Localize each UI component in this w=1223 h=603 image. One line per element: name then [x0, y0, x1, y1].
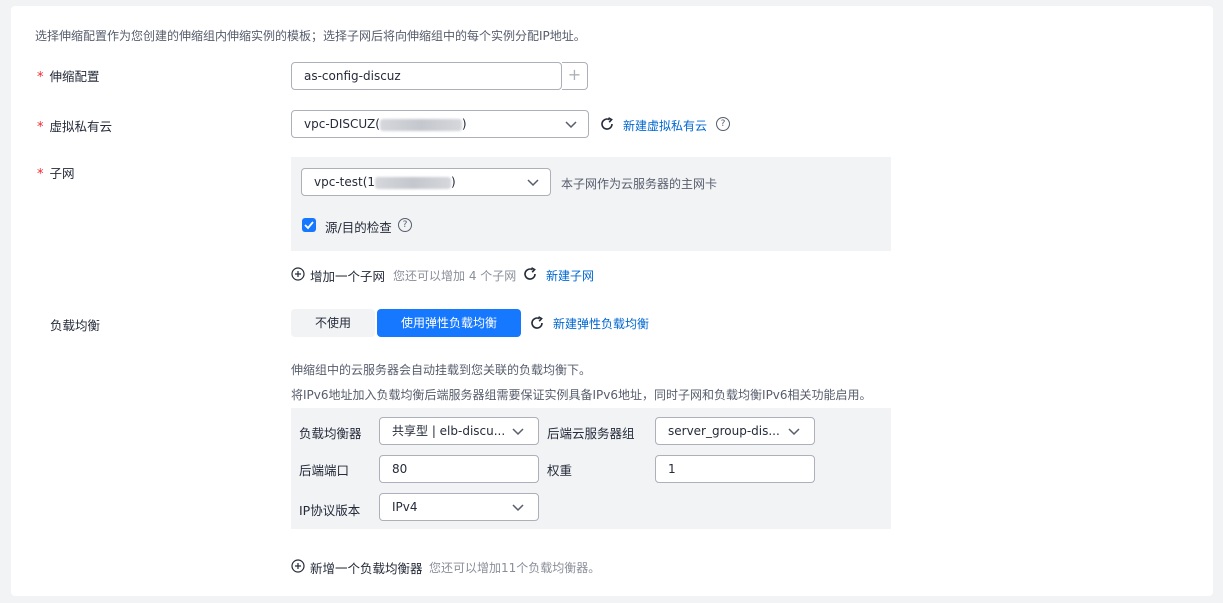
server-group-label: 后端云服务器组	[547, 426, 635, 441]
subnet-remaining-text: 您还可以增加 4 个子网	[393, 269, 517, 283]
chevron-down-icon	[788, 428, 800, 436]
chevron-down-icon	[512, 428, 524, 436]
vpc-select[interactable]: vpc-DISCUZ()	[291, 110, 589, 138]
source-check-label: 源/目的检查	[325, 220, 392, 235]
subnet-hint: 本子网作为云服务器的主网卡	[561, 177, 718, 191]
check-icon	[304, 221, 314, 230]
load-balance-option-off[interactable]: 不使用	[291, 309, 375, 337]
create-vpc-link[interactable]: 新建虚拟私有云	[623, 117, 707, 134]
chevron-down-icon	[527, 179, 539, 187]
weight-input[interactable]: 1	[655, 455, 815, 483]
balancer-label: 负载均衡器	[299, 426, 362, 441]
load-balance-option-on[interactable]: 使用弹性负载均衡	[377, 309, 521, 337]
weight-label: 权重	[547, 463, 573, 478]
ip-version-label: IP协议版本	[299, 503, 361, 518]
source-check-checkbox[interactable]	[302, 218, 316, 232]
intro-text: 选择伸缩配置作为您创建的伸缩组内伸缩实例的模板；选择子网后将向伸缩组中的每个实例…	[35, 29, 586, 43]
refresh-icon[interactable]	[599, 116, 615, 132]
add-subnet-button[interactable]: 增加一个子网	[310, 266, 385, 285]
load-balance-note-2: 将IPv6地址加入负载均衡后端服务器组需要保证实例具备IPv6地址，同时子网和负…	[291, 388, 872, 402]
redacted-id	[375, 176, 452, 189]
refresh-icon[interactable]	[522, 266, 538, 282]
load-balance-note-1: 伸缩组中的云服务器会自动挂载到您关联的负载均衡下。	[291, 363, 592, 377]
load-balance-label: 负载均衡	[50, 318, 101, 333]
required-mark: *	[37, 70, 44, 85]
help-icon[interactable]: ?	[716, 117, 730, 131]
vpc-label: * 虚拟私有云	[37, 119, 113, 135]
add-circle-icon[interactable]	[291, 559, 305, 573]
form-card: 选择伸缩配置作为您创建的伸缩组内伸缩实例的模板；选择子网后将向伸缩组中的每个实例…	[11, 6, 1213, 596]
create-subnet-link[interactable]: 新建子网	[546, 267, 594, 284]
port-label: 后端端口	[299, 463, 350, 478]
port-input[interactable]: 80	[379, 455, 539, 483]
chevron-down-icon	[565, 121, 577, 129]
subnet-select[interactable]: vpc-test(1)	[301, 168, 551, 196]
refresh-icon[interactable]	[529, 315, 545, 331]
subnet-label: * 子网	[37, 166, 75, 182]
redacted-id	[379, 118, 462, 131]
create-elb-link[interactable]: 新建弹性负载均衡	[553, 315, 649, 332]
help-icon[interactable]: ?	[398, 218, 412, 232]
add-scaling-config-button[interactable]: +	[562, 62, 588, 90]
chevron-down-icon	[512, 504, 524, 512]
load-balancer-remaining-text: 您还可以增加11个负载均衡器。	[429, 561, 601, 575]
scaling-config-input[interactable]: as-config-discuz	[291, 62, 562, 90]
scaling-config-label: * 伸缩配置	[37, 69, 100, 85]
add-circle-icon[interactable]	[291, 267, 305, 281]
add-load-balancer-button[interactable]: 新增一个负载均衡器	[310, 558, 423, 577]
